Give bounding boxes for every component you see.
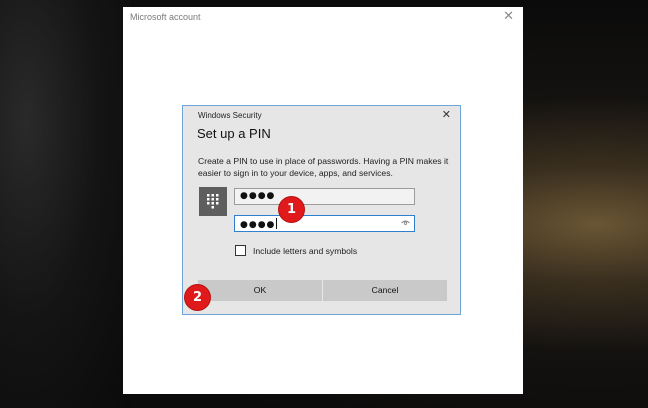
dialog-close-icon[interactable]: ✕ [442,108,451,121]
cancel-button[interactable]: Cancel [323,280,447,301]
keypad-icon [199,187,227,216]
new-pin-input[interactable]: ●●●● [234,188,415,205]
annotation-marker-1: 1 [279,197,304,222]
ok-button[interactable]: OK [198,280,322,301]
windows-security-dialog: Windows Security ✕ Set up a PIN Create a… [182,105,461,315]
confirm-pin-value: ●●●● [240,220,276,230]
new-pin-value: ●●●● [240,191,276,201]
annotation-marker-2: 2 [185,285,210,310]
outer-window-title: Microsoft account [130,12,201,22]
dialog-heading: Set up a PIN [197,126,271,141]
dialog-description: Create a PIN to use in place of password… [198,156,449,178]
include-letters-checkbox[interactable] [235,245,246,256]
include-letters-label: Include letters and symbols [253,246,358,256]
outer-close-icon[interactable]: ✕ [503,9,514,24]
text-caret [276,218,278,229]
background-left [0,0,130,408]
dialog-title: Windows Security [198,111,262,120]
confirm-pin-input[interactable]: ●●●● [234,215,415,232]
eye-icon[interactable] [401,219,410,229]
